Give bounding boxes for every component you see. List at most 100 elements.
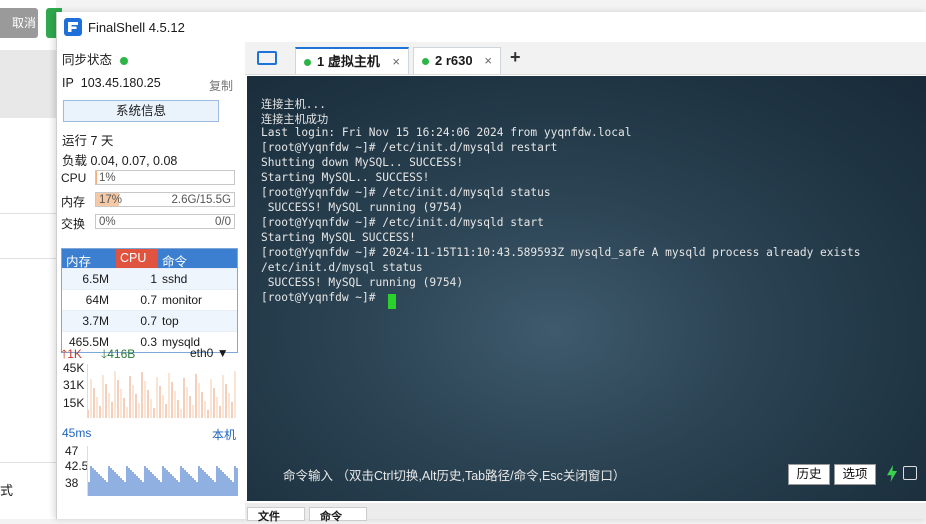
divider [0,258,56,259]
command-hint: 命令输入 （双击Ctrl切换,Alt历史,Tab路径/命令,Esc关闭窗口） [283,469,626,483]
tab-session-1[interactable]: 1 虚拟主机 × [295,47,409,74]
table-row[interactable]: 64M 0.7 monitor [62,289,237,310]
process-command: sshd [162,272,188,286]
latency-bar [170,474,172,496]
latency-bar [152,474,154,496]
tab-session-2[interactable]: 2 r630 × [413,47,501,74]
process-command: top [162,314,179,328]
latency-bar [210,478,212,496]
latency-bar [138,478,140,496]
interface-value: eth0 [190,346,214,360]
system-info-button[interactable]: 系统信息 [63,100,219,122]
cpu-bar: 1% [95,170,235,185]
copy-icon[interactable] [903,466,917,480]
finalshell-window: FinalShell 4.5.12 同步状态 IP 103.45.180.25 … [56,12,926,523]
latency-bar [116,474,118,496]
close-icon[interactable]: × [484,48,492,74]
latency-bar [184,470,186,496]
latency-bar [110,468,112,496]
copy-ip-button[interactable]: 复制 [209,77,233,94]
swap-meter: 交换 0% 0/0 [61,214,237,231]
terminal-line: SUCCESS! MySQL running (9754) [261,201,464,214]
terminal-line: 连接主机... [261,98,326,111]
latency-bar [150,472,152,496]
folder-icon[interactable] [257,51,277,65]
close-icon[interactable]: × [392,49,400,75]
latency-bar [178,482,180,496]
latency-host[interactable]: 本机 [212,426,236,443]
swap-usage: 0/0 [215,216,231,228]
latency-bar [92,468,94,496]
header-cpu[interactable]: CPU [120,251,146,265]
process-cpu: 0.3 [140,335,157,349]
terminal[interactable]: 连接主机... 连接主机成功 Last login: Fri Nov 15 16:2… [247,76,926,501]
sync-status-dot-icon [120,56,129,65]
latency-bar [234,466,236,496]
latency-bar [94,470,96,496]
connected-dot-icon [422,58,429,66]
latency-bar [190,476,192,496]
latency-bar [98,474,100,496]
latency-bar [176,480,178,496]
latency-bar [124,482,126,496]
bottom-tab-bar: 文件 命令 [245,503,926,523]
background-app: 取消 式 [0,0,62,519]
latency-bar [102,478,104,496]
latency-chart [87,446,238,496]
background-panel [0,50,56,118]
process-cpu: 1 [150,272,157,286]
latency-bar [96,472,98,496]
terminal-line: Shutting down MySQL.. SUCCESS! [261,156,464,169]
latency-bar [112,470,114,496]
interface-select[interactable]: eth0 ▼ [190,346,229,360]
memory-meter: 内存 17% 2.6G/15.5G [61,192,237,209]
process-rows: 6.5M 1 sshd 64M 0.7 monitor 3.7M 0.7 top 465.5… [62,268,237,352]
terminal-line: [root@Yyqnfdw ~]# /etc/init.d/mysqld sta… [261,186,551,199]
window-title: FinalShell 4.5.12 [88,20,185,35]
process-cpu: 0.7 [140,293,157,307]
latency-bar [132,472,134,496]
latency-bar [228,478,230,496]
latency-tick: 47 [65,444,79,458]
background-cancel-button[interactable]: 取消 [0,8,38,38]
latency-bar [164,468,166,496]
load-average: 负载 0.04, 0.07, 0.08 [62,154,178,168]
latency-bar [202,470,204,496]
session-tab-bar: 1 虚拟主机 × 2 r630 × + [245,42,926,75]
memory-label: 内存 [61,195,86,209]
latency-bar [128,468,130,496]
net-tick: 31K [63,378,85,392]
latency-bar [108,466,110,496]
latency-bar [192,478,194,496]
ip-label: IP [62,76,74,90]
latency-bar [104,480,106,496]
upload-value: 1K [67,347,82,361]
process-memory: 6.5M [82,272,109,286]
table-row[interactable]: 6.5M 1 sshd [62,268,237,289]
uptime: 运行 7 天 [62,134,114,148]
process-memory: 64M [85,293,109,307]
memory-percent: 17% [99,194,123,206]
latency-bar [182,468,184,496]
latency-bar [140,480,142,496]
latency-bar [218,468,220,496]
latency-bar [146,468,148,496]
latency-bar [174,478,176,496]
download-value: 416B [107,347,136,361]
options-button[interactable]: 选项 [834,464,876,485]
process-memory: 3.7M [82,314,109,328]
latency-bar [130,470,132,496]
latency-bar [200,468,202,496]
latency-bar [90,466,92,496]
cpu-label: CPU [61,171,87,185]
latency-bar [120,478,122,496]
latency-bar [162,466,164,496]
title-bar: FinalShell 4.5.12 [57,12,926,42]
tab-label: 1 虚拟主机 [317,54,380,69]
process-command: monitor [162,293,203,307]
table-row[interactable]: 3.7M 0.7 top [62,310,237,331]
ip-row: IP 103.45.180.25 [62,76,161,90]
add-tab-button[interactable]: + [510,47,521,68]
history-button[interactable]: 历史 [788,464,830,485]
latency-bar [158,480,160,496]
